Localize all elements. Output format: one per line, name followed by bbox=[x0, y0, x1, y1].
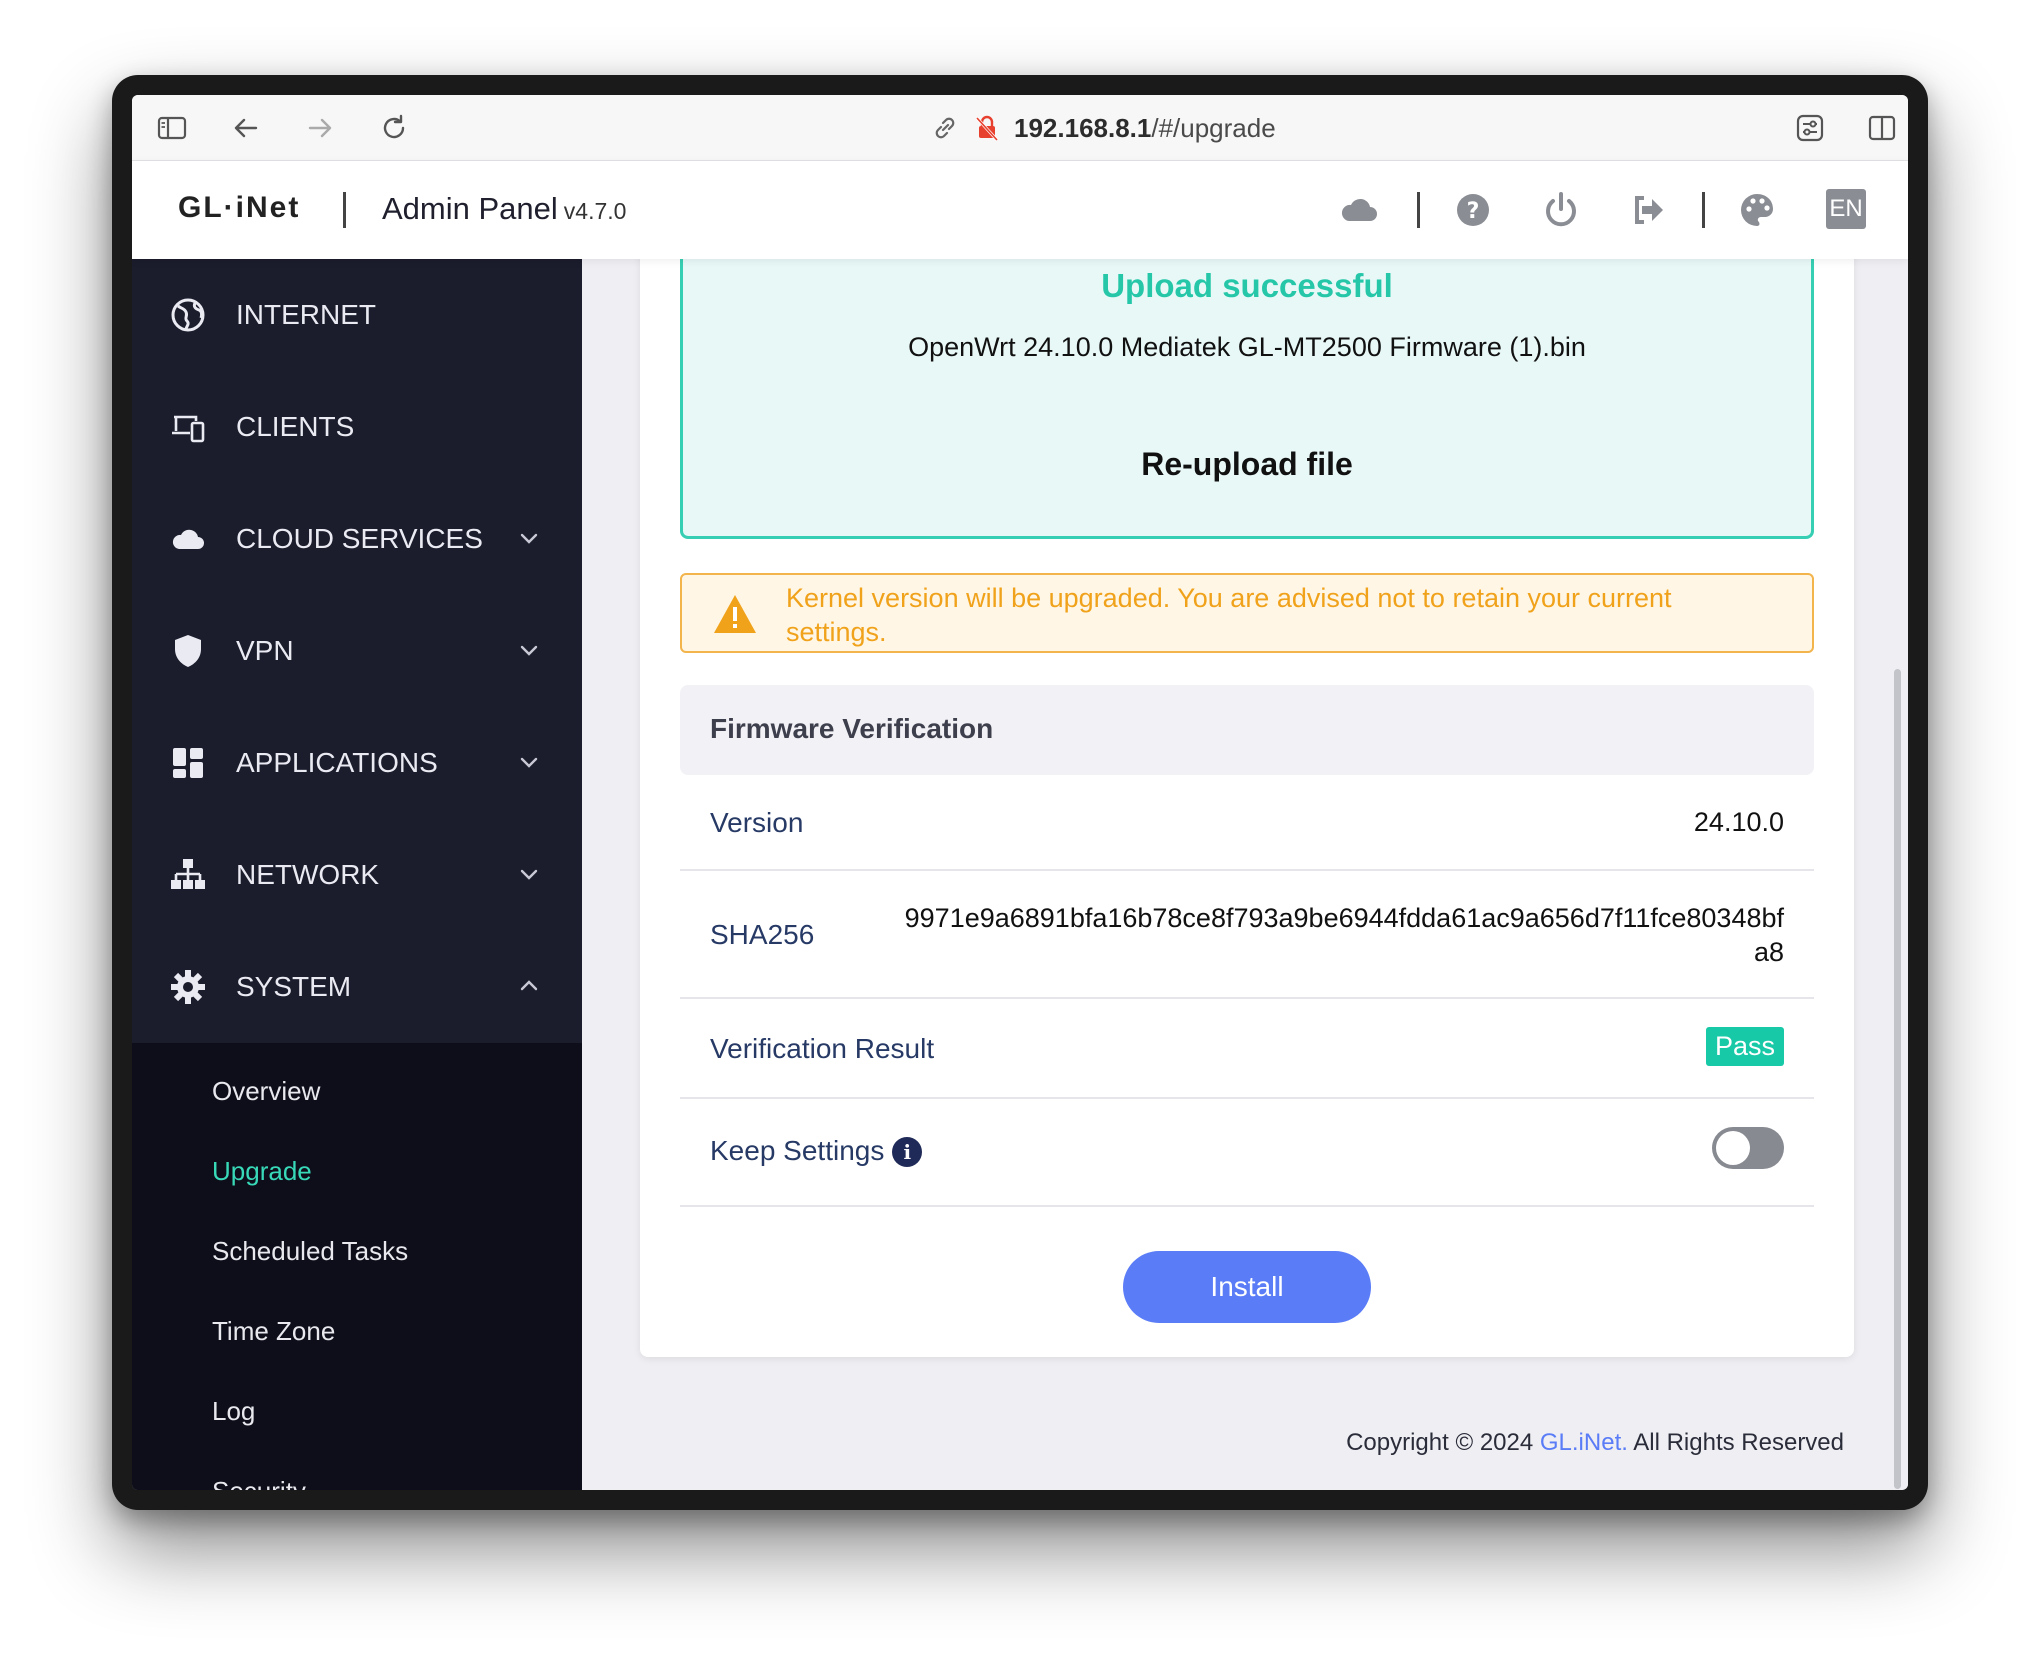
help-icon[interactable]: ? bbox=[1452, 189, 1494, 231]
link-icon bbox=[935, 117, 955, 139]
header-divider bbox=[1702, 192, 1705, 228]
keep-settings-row: Keep Settings i bbox=[680, 1099, 1814, 1207]
globe-icon bbox=[171, 298, 205, 332]
version-value: 24.10.0 bbox=[1693, 807, 1784, 837]
sidebar: INTERNET CLIENTS CLOUD SERVICES VPN APPL… bbox=[132, 259, 582, 1490]
info-icon[interactable]: i bbox=[892, 1137, 923, 1167]
header-divider bbox=[1417, 192, 1420, 228]
upload-box: Upload successful OpenWrt 24.10.0 Mediat… bbox=[680, 259, 1814, 539]
app-header: GL·iNet Admin Panel v4.7.0 ? EN bbox=[132, 161, 1908, 259]
devices-icon bbox=[172, 415, 205, 443]
sidebar-item-label: CLIENTS bbox=[236, 411, 355, 442]
logout-icon[interactable] bbox=[1628, 189, 1670, 231]
version-label: v4.7.0 bbox=[563, 198, 627, 224]
chevron-down-icon bbox=[520, 869, 538, 880]
sha256-value: 9971e9a6891bfa16b78ce8f793a9be6944fdda61… bbox=[905, 901, 1784, 969]
sidebar-item-internet[interactable]: INTERNET bbox=[132, 259, 582, 371]
insecure-lock-icon bbox=[975, 115, 999, 142]
version-label: Version bbox=[710, 807, 804, 838]
sidebar-item-clients[interactable]: CLIENTS bbox=[132, 371, 582, 483]
copyright-text: Copyright © 2024 bbox=[1346, 1429, 1534, 1456]
sidebar-item-applications[interactable]: APPLICATIONS bbox=[132, 707, 582, 819]
language-selector[interactable]: EN bbox=[1826, 189, 1866, 229]
header-divider bbox=[343, 192, 346, 228]
kernel-warning: Kernel version will be upgraded. You are… bbox=[680, 573, 1814, 653]
upgrade-card: Upload successful OpenWrt 24.10.0 Mediat… bbox=[640, 259, 1854, 1357]
page-settings-icon[interactable] bbox=[1794, 112, 1826, 144]
submenu-item-log[interactable]: Log bbox=[132, 1371, 582, 1451]
sha256-row: SHA256 9971e9a6891bfa16b78ce8f793a9be694… bbox=[680, 871, 1814, 999]
warning-icon bbox=[714, 595, 756, 633]
address-bar[interactable]: 192.168.8.1/#/upgrade bbox=[930, 107, 1276, 149]
apps-grid-icon bbox=[173, 748, 203, 778]
cloud-icon[interactable] bbox=[1338, 189, 1380, 231]
gear-icon bbox=[171, 970, 205, 1004]
reload-icon[interactable] bbox=[378, 112, 410, 144]
split-view-icon[interactable] bbox=[1866, 112, 1898, 144]
chevron-down-icon bbox=[520, 533, 538, 544]
sha256-label: SHA256 bbox=[710, 919, 815, 950]
sha256-line: 9971e9a6891bfa16b78ce8f793a9be6944fdda61… bbox=[904, 903, 1784, 933]
chevron-down-icon bbox=[520, 645, 538, 656]
main-scrollbar[interactable] bbox=[1894, 669, 1901, 1489]
verification-header: Firmware Verification bbox=[680, 685, 1814, 775]
admin-panel-title: Admin Panel bbox=[382, 191, 558, 226]
main-content: Upload successful OpenWrt 24.10.0 Mediat… bbox=[582, 259, 1908, 1490]
reupload-button[interactable]: Re-upload file bbox=[683, 446, 1811, 483]
sidebar-item-cloud-services[interactable]: CLOUD SERVICES bbox=[132, 483, 582, 595]
svg-text:?: ? bbox=[1467, 199, 1480, 224]
version-row: Version 24.10.0 bbox=[680, 775, 1814, 871]
sidebar-item-label: APPLICATIONS bbox=[236, 747, 438, 778]
verification-title: Firmware Verification bbox=[710, 713, 994, 744]
keep-settings-label: Keep Settings i bbox=[710, 1135, 923, 1167]
sidebar-item-system[interactable]: SYSTEM bbox=[132, 931, 582, 1043]
shield-icon bbox=[175, 635, 201, 667]
glinet-logo[interactable]: GL·iNet bbox=[178, 191, 300, 225]
sidebar-item-label: NETWORK bbox=[236, 859, 380, 890]
sidebar-item-network[interactable]: NETWORK bbox=[132, 819, 582, 931]
verification-result-row: Verification Result Pass bbox=[680, 999, 1814, 1099]
footer-copyright: Copyright © 2024 GL.iNet. All Rights Res… bbox=[1346, 1429, 1844, 1457]
keep-settings-text: Keep Settings bbox=[710, 1135, 885, 1166]
sidebar-item-vpn[interactable]: VPN bbox=[132, 595, 582, 707]
power-icon[interactable] bbox=[1540, 189, 1582, 231]
chevron-down-icon bbox=[520, 757, 538, 768]
submenu-item-scheduled-tasks[interactable]: Scheduled Tasks bbox=[132, 1211, 582, 1291]
sidebar-toggle-icon[interactable] bbox=[156, 112, 188, 144]
submenu-item-upgrade[interactable]: Upgrade bbox=[132, 1131, 582, 1211]
sidebar-item-label: VPN bbox=[236, 635, 294, 666]
browser-window: 192.168.8.1/#/upgrade GL·iNet Admin Pane… bbox=[132, 95, 1908, 1490]
submenu-item-time-zone[interactable]: Time Zone bbox=[132, 1291, 582, 1371]
sha256-line: a8 bbox=[1753, 937, 1784, 967]
keep-settings-toggle[interactable] bbox=[1712, 1127, 1784, 1169]
theme-palette-icon[interactable] bbox=[1736, 189, 1778, 231]
cloud-icon bbox=[172, 529, 204, 549]
warning-text: Kernel version will be upgraded. You are… bbox=[786, 583, 1672, 647]
glinet-link[interactable]: GL.iNet. bbox=[1540, 1429, 1628, 1456]
page-title: Admin Panel v4.7.0 bbox=[382, 191, 626, 227]
sidebar-item-label: INTERNET bbox=[236, 299, 376, 330]
system-submenu: Overview Upgrade Scheduled Tasks Time Zo… bbox=[132, 1043, 582, 1490]
sidebar-item-label: SYSTEM bbox=[236, 971, 352, 1002]
pass-badge: Pass bbox=[1705, 1027, 1784, 1066]
sidebar-item-label: CLOUD SERVICES bbox=[236, 523, 483, 554]
rights-text: All Rights Reserved bbox=[1633, 1429, 1844, 1456]
uploaded-filename: OpenWrt 24.10.0 Mediatek GL-MT2500 Firmw… bbox=[908, 332, 1586, 362]
forward-arrow-icon[interactable] bbox=[304, 112, 336, 144]
verification-result-label: Verification Result bbox=[710, 1033, 935, 1064]
submenu-item-security[interactable]: Security bbox=[132, 1451, 582, 1490]
submenu-item-overview[interactable]: Overview bbox=[132, 1051, 582, 1131]
install-button[interactable]: Install bbox=[1123, 1251, 1371, 1323]
device-frame: 192.168.8.1/#/upgrade GL·iNet Admin Pane… bbox=[112, 75, 1928, 1510]
url-host: 192.168.8.1 bbox=[1014, 112, 1152, 143]
browser-toolbar: 192.168.8.1/#/upgrade bbox=[132, 95, 1908, 161]
chevron-up-icon bbox=[520, 980, 538, 991]
network-icon bbox=[171, 859, 205, 889]
upload-status: Upload successful bbox=[1101, 267, 1393, 304]
url-path: /#/upgrade bbox=[1151, 112, 1276, 143]
back-arrow-icon[interactable] bbox=[230, 112, 262, 144]
